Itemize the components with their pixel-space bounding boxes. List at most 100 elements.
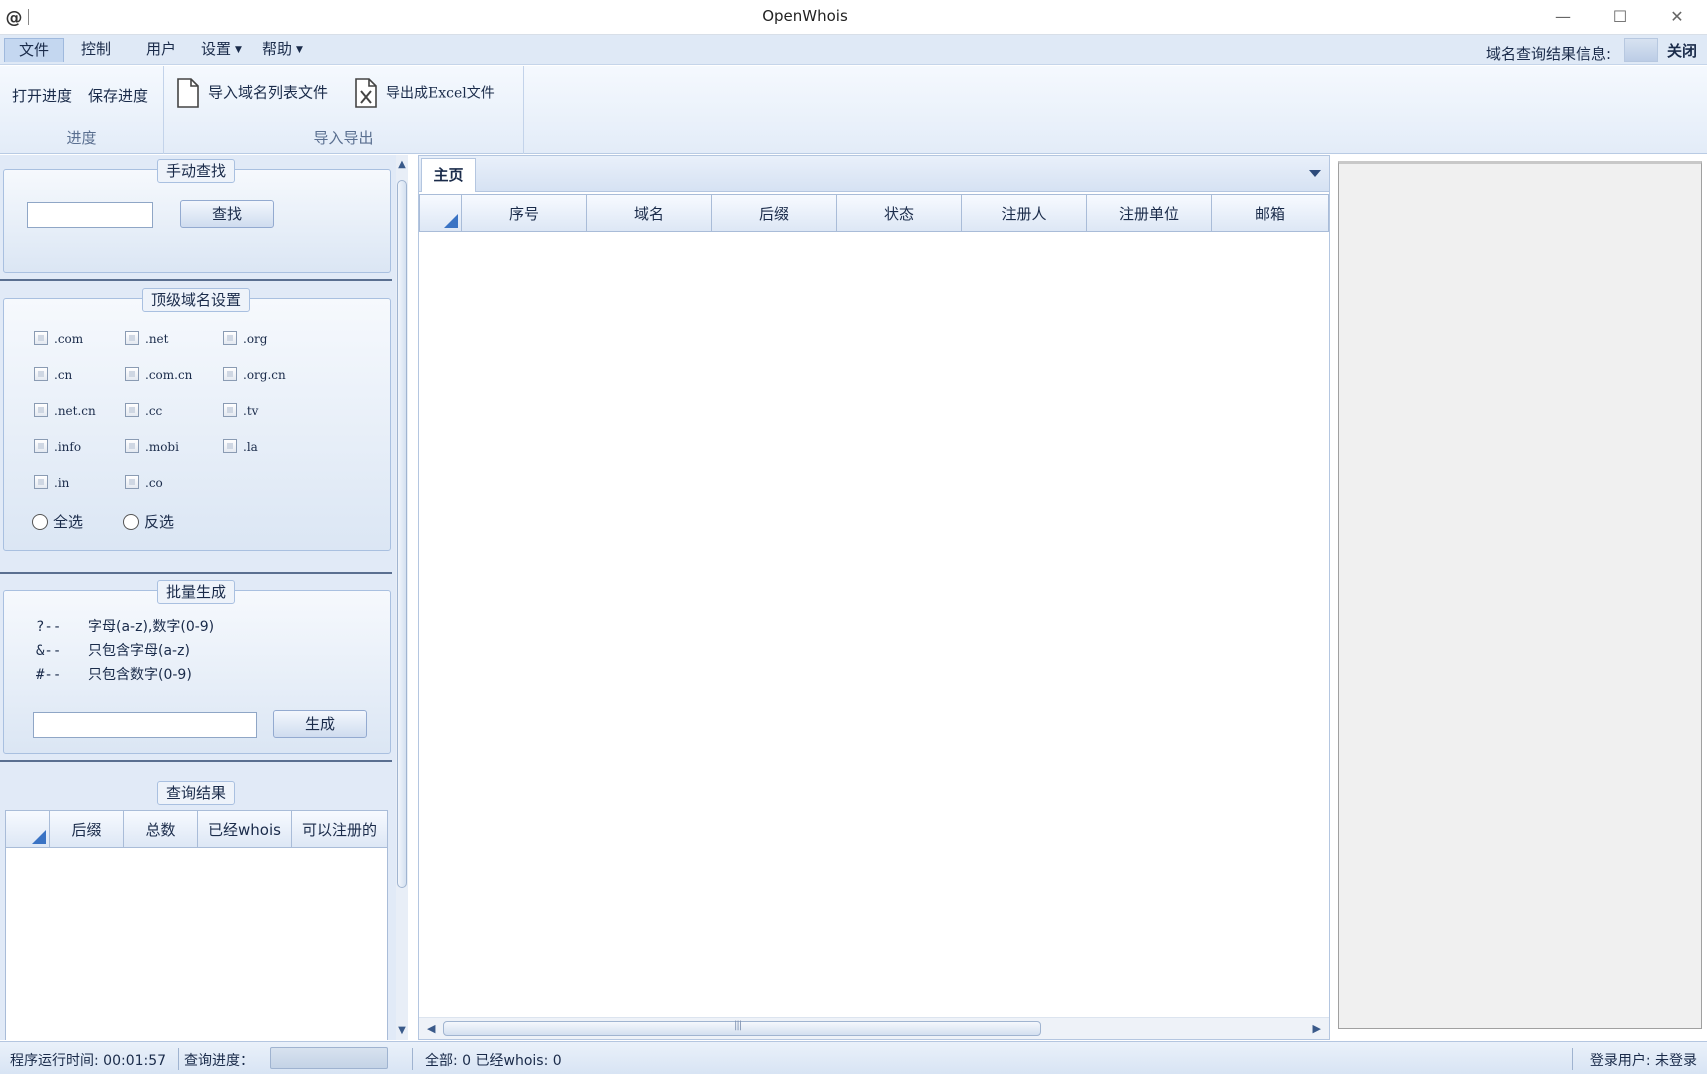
domain-grid-header: 序号 域名 后缀 状态 注册人 注册单位 邮箱 bbox=[419, 194, 1329, 232]
column-header[interactable]: 域名 bbox=[587, 195, 712, 231]
close-info-button[interactable]: 关闭 bbox=[1667, 40, 1697, 61]
excel-file-icon bbox=[355, 78, 377, 108]
rule-row: &-- 只包含字母(a-z) bbox=[36, 640, 190, 660]
export-label: 导出成Excel文件 bbox=[386, 85, 495, 102]
dropdown-arrow-icon: ▼ bbox=[235, 45, 242, 55]
rule-symbol: ?-- bbox=[36, 619, 62, 635]
tld-label: .cc bbox=[145, 404, 163, 418]
column-header[interactable]: 状态 bbox=[837, 195, 962, 231]
scroll-thumb[interactable] bbox=[443, 1020, 1041, 1036]
menu-control[interactable]: 控制 bbox=[75, 38, 117, 62]
scroll-left-icon[interactable]: ◀ bbox=[427, 1022, 435, 1035]
checkbox-icon bbox=[223, 439, 237, 453]
rule-symbol: #-- bbox=[36, 667, 62, 683]
manual-search-input[interactable] bbox=[27, 202, 153, 228]
scroll-up-icon[interactable]: ▲ bbox=[396, 159, 408, 170]
scroll-right-icon[interactable]: ▶ bbox=[1313, 1022, 1321, 1035]
open-progress-button[interactable]: 打开进度 bbox=[12, 84, 72, 108]
tld-checkbox-net-cn[interactable]: .net.cn bbox=[34, 403, 96, 419]
menu-settings-label: 设置 bbox=[201, 40, 232, 58]
invert-selection-radio[interactable]: 反选 bbox=[123, 512, 174, 532]
menu-file-label: 文件 bbox=[18, 41, 49, 59]
menu-file[interactable]: 文件 bbox=[4, 38, 64, 62]
result-info-panel[interactable] bbox=[1338, 161, 1702, 1029]
column-header[interactable]: 注册人 bbox=[962, 195, 1087, 231]
menu-user[interactable]: 用户 bbox=[140, 38, 182, 62]
invert-selection-label: 反选 bbox=[144, 513, 175, 531]
scroll-thumb[interactable] bbox=[397, 180, 407, 888]
tld-checkbox-cn[interactable]: .cn bbox=[34, 367, 72, 383]
manual-search-legend: 手动查找 bbox=[157, 159, 236, 183]
tld-checkbox-la[interactable]: .la bbox=[223, 439, 258, 455]
dropdown-arrow-icon: ▼ bbox=[296, 45, 303, 55]
save-progress-button[interactable]: 保存进度 bbox=[88, 84, 148, 108]
tld-label: .co bbox=[145, 476, 163, 490]
panel-divider bbox=[0, 572, 392, 574]
panel-divider bbox=[0, 760, 392, 762]
results-legend: 查询结果 bbox=[157, 781, 236, 805]
column-header[interactable]: 可以注册的 bbox=[292, 811, 387, 847]
checkbox-icon bbox=[223, 331, 237, 345]
select-all-radio[interactable]: 全选 bbox=[32, 512, 83, 532]
left-panel-scrollbar[interactable]: ▲ ▼ bbox=[396, 155, 408, 1040]
panel-divider bbox=[0, 279, 392, 281]
import-label: 导入域名列表文件 bbox=[208, 83, 329, 102]
ribbon-group-progress: 打开进度 保存进度 进度 bbox=[0, 66, 164, 154]
tld-checkbox-org[interactable]: .org bbox=[223, 331, 267, 347]
select-all-corner-icon[interactable] bbox=[6, 811, 50, 847]
minimize-button[interactable]: — bbox=[1540, 4, 1586, 30]
ribbon: 打开进度 保存进度 进度 导入域名列表文件 导出成Excel文件 导入导出 bbox=[0, 66, 1707, 154]
close-window-button[interactable]: ✕ bbox=[1654, 4, 1700, 30]
tld-checkbox-org-cn[interactable]: .org.cn bbox=[223, 367, 286, 383]
generate-button[interactable]: 生成 bbox=[273, 710, 367, 738]
import-domain-list-button[interactable]: 导入域名列表文件 bbox=[176, 78, 329, 108]
search-button[interactable]: 查找 bbox=[180, 200, 274, 228]
status-separator bbox=[412, 1048, 413, 1070]
column-header[interactable]: 总数 bbox=[124, 811, 198, 847]
column-header[interactable]: 后缀 bbox=[50, 811, 124, 847]
tld-label: .org bbox=[243, 332, 268, 346]
tab-dropdown-icon[interactable] bbox=[1309, 170, 1321, 177]
tld-label: .net.cn bbox=[54, 404, 96, 418]
rule-text: 只包含字母(a-z) bbox=[88, 643, 190, 659]
tld-settings-legend: 顶级域名设置 bbox=[142, 288, 251, 312]
checkbox-icon bbox=[223, 403, 237, 417]
select-all-corner-icon[interactable] bbox=[420, 195, 462, 231]
count-label: 全部: 0 已经whois: 0 bbox=[425, 1053, 562, 1069]
column-header[interactable]: 邮箱 bbox=[1212, 195, 1328, 231]
domain-grid-body[interactable] bbox=[419, 232, 1329, 1017]
tld-checkbox-com-cn[interactable]: .com.cn bbox=[125, 367, 192, 383]
tab-home[interactable]: 主页 bbox=[421, 158, 476, 192]
column-header[interactable]: 注册单位 bbox=[1087, 195, 1212, 231]
radio-icon bbox=[123, 514, 139, 530]
tld-checkbox-cc[interactable]: .cc bbox=[125, 403, 162, 419]
tab-strip: 主页 bbox=[419, 156, 1329, 192]
tld-label: .in bbox=[54, 476, 70, 490]
export-excel-button[interactable]: 导出成Excel文件 bbox=[354, 78, 495, 108]
tld-label: .cn bbox=[54, 368, 73, 382]
tld-checkbox-in[interactable]: .in bbox=[34, 475, 69, 491]
tld-checkbox-mobi[interactable]: .mobi bbox=[125, 439, 179, 455]
menu-settings[interactable]: 设置 ▼ bbox=[195, 38, 248, 62]
column-header[interactable]: 后缀 bbox=[712, 195, 837, 231]
column-header[interactable]: 已经whois bbox=[198, 811, 292, 847]
domain-grid-hscrollbar[interactable]: ◀ ▶ bbox=[419, 1017, 1329, 1039]
tld-checkbox-net[interactable]: .net bbox=[125, 331, 168, 347]
results-grid-body[interactable] bbox=[5, 848, 388, 1040]
batch-pattern-input[interactable] bbox=[33, 712, 257, 738]
result-info-label: 域名查询结果信息: bbox=[1485, 45, 1611, 63]
tld-checkbox-com[interactable]: .com bbox=[34, 331, 83, 347]
menu-help[interactable]: 帮助 ▼ bbox=[256, 38, 309, 62]
tld-checkbox-tv[interactable]: .tv bbox=[223, 403, 258, 419]
runtime-label: 程序运行时间: 00:01:57 bbox=[10, 1053, 167, 1069]
scroll-down-icon[interactable]: ▼ bbox=[396, 1025, 408, 1036]
tld-checkbox-info[interactable]: .info bbox=[34, 439, 81, 455]
tld-checkbox-co[interactable]: .co bbox=[125, 475, 163, 491]
window-title: OpenWhois bbox=[762, 7, 848, 25]
column-header[interactable]: 序号 bbox=[462, 195, 587, 231]
tld-label: .tv bbox=[243, 404, 259, 418]
title-bar: @ OpenWhois — ☐ ✕ bbox=[0, 0, 1707, 35]
checkbox-icon bbox=[34, 439, 48, 453]
checkbox-icon bbox=[125, 403, 139, 417]
maximize-button[interactable]: ☐ bbox=[1597, 4, 1643, 30]
